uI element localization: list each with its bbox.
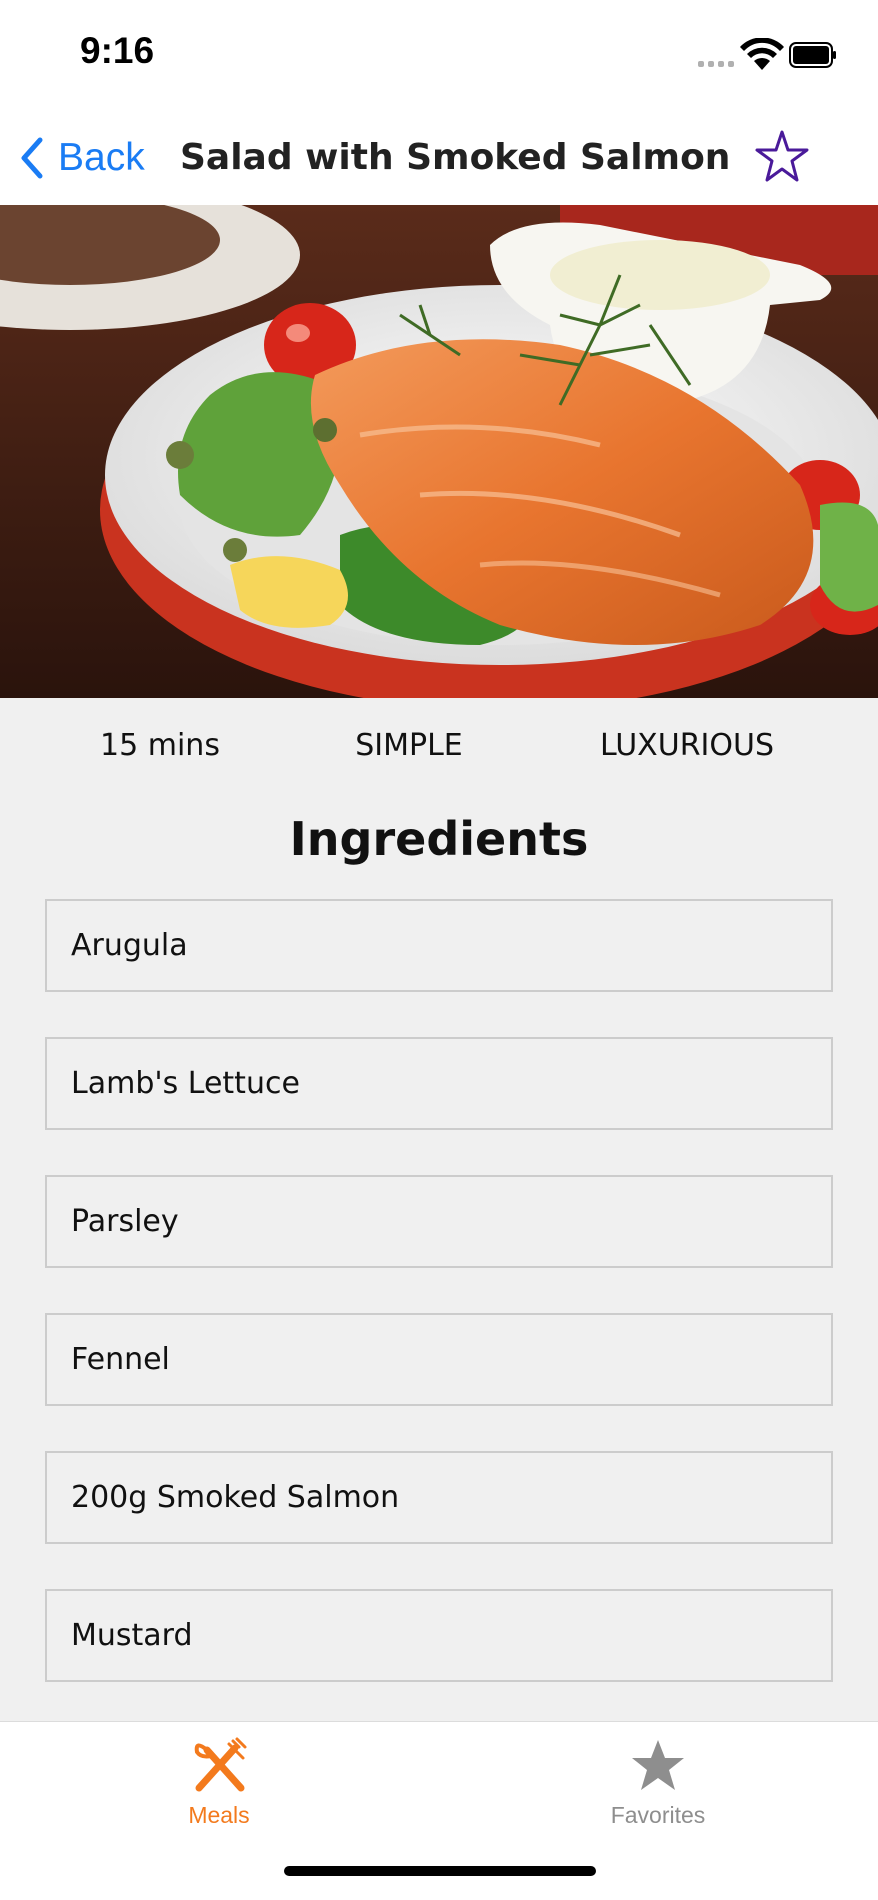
chevron-left-icon — [21, 137, 43, 178]
tab-meals[interactable]: Meals — [109, 1736, 329, 1846]
back-label: Back — [58, 135, 145, 179]
page-title: Salad with Smoked Salmon — [180, 137, 731, 178]
tab-favorites-label: Favorites — [610, 1802, 706, 1828]
meal-details: 15 mins SIMPLE LUXURIOUS — [0, 728, 878, 778]
home-indicator — [284, 1866, 596, 1876]
ingredient-item: Arugula — [45, 899, 833, 992]
battery-icon — [789, 42, 836, 68]
status-bar: 9:16 — [0, 0, 878, 110]
star-outline-icon — [755, 130, 809, 182]
ingredients-title: Ingredients — [289, 812, 589, 866]
meal-image — [0, 205, 878, 698]
wifi-icon — [740, 37, 784, 70]
cellular-signal-icon — [698, 61, 734, 67]
duration-label: 15 mins — [100, 728, 220, 763]
status-time: 9:16 — [80, 30, 155, 71]
navigation-bar: Back Salad with Smoked Salmon — [0, 110, 878, 206]
ingredients-list: Arugula Lamb's Lettuce Parsley Fennel 20… — [45, 899, 833, 1727]
status-icons — [698, 37, 838, 74]
complexity-label: SIMPLE — [355, 728, 463, 763]
ingredient-item: 200g Smoked Salmon — [45, 1451, 833, 1544]
affordability-label: LUXURIOUS — [600, 728, 774, 763]
star-icon — [632, 1740, 684, 1790]
ingredient-item: Parsley — [45, 1175, 833, 1268]
fork-knife-icon — [194, 1737, 247, 1792]
favorite-button[interactable] — [752, 127, 812, 187]
ingredient-item: Mustard — [45, 1589, 833, 1682]
back-button[interactable]: Back — [18, 130, 145, 185]
ingredient-item: Fennel — [45, 1313, 833, 1406]
ingredient-item: Lamb's Lettuce — [45, 1037, 833, 1130]
tab-meals-label: Meals — [188, 1802, 250, 1828]
tab-favorites[interactable]: Favorites — [548, 1736, 768, 1846]
